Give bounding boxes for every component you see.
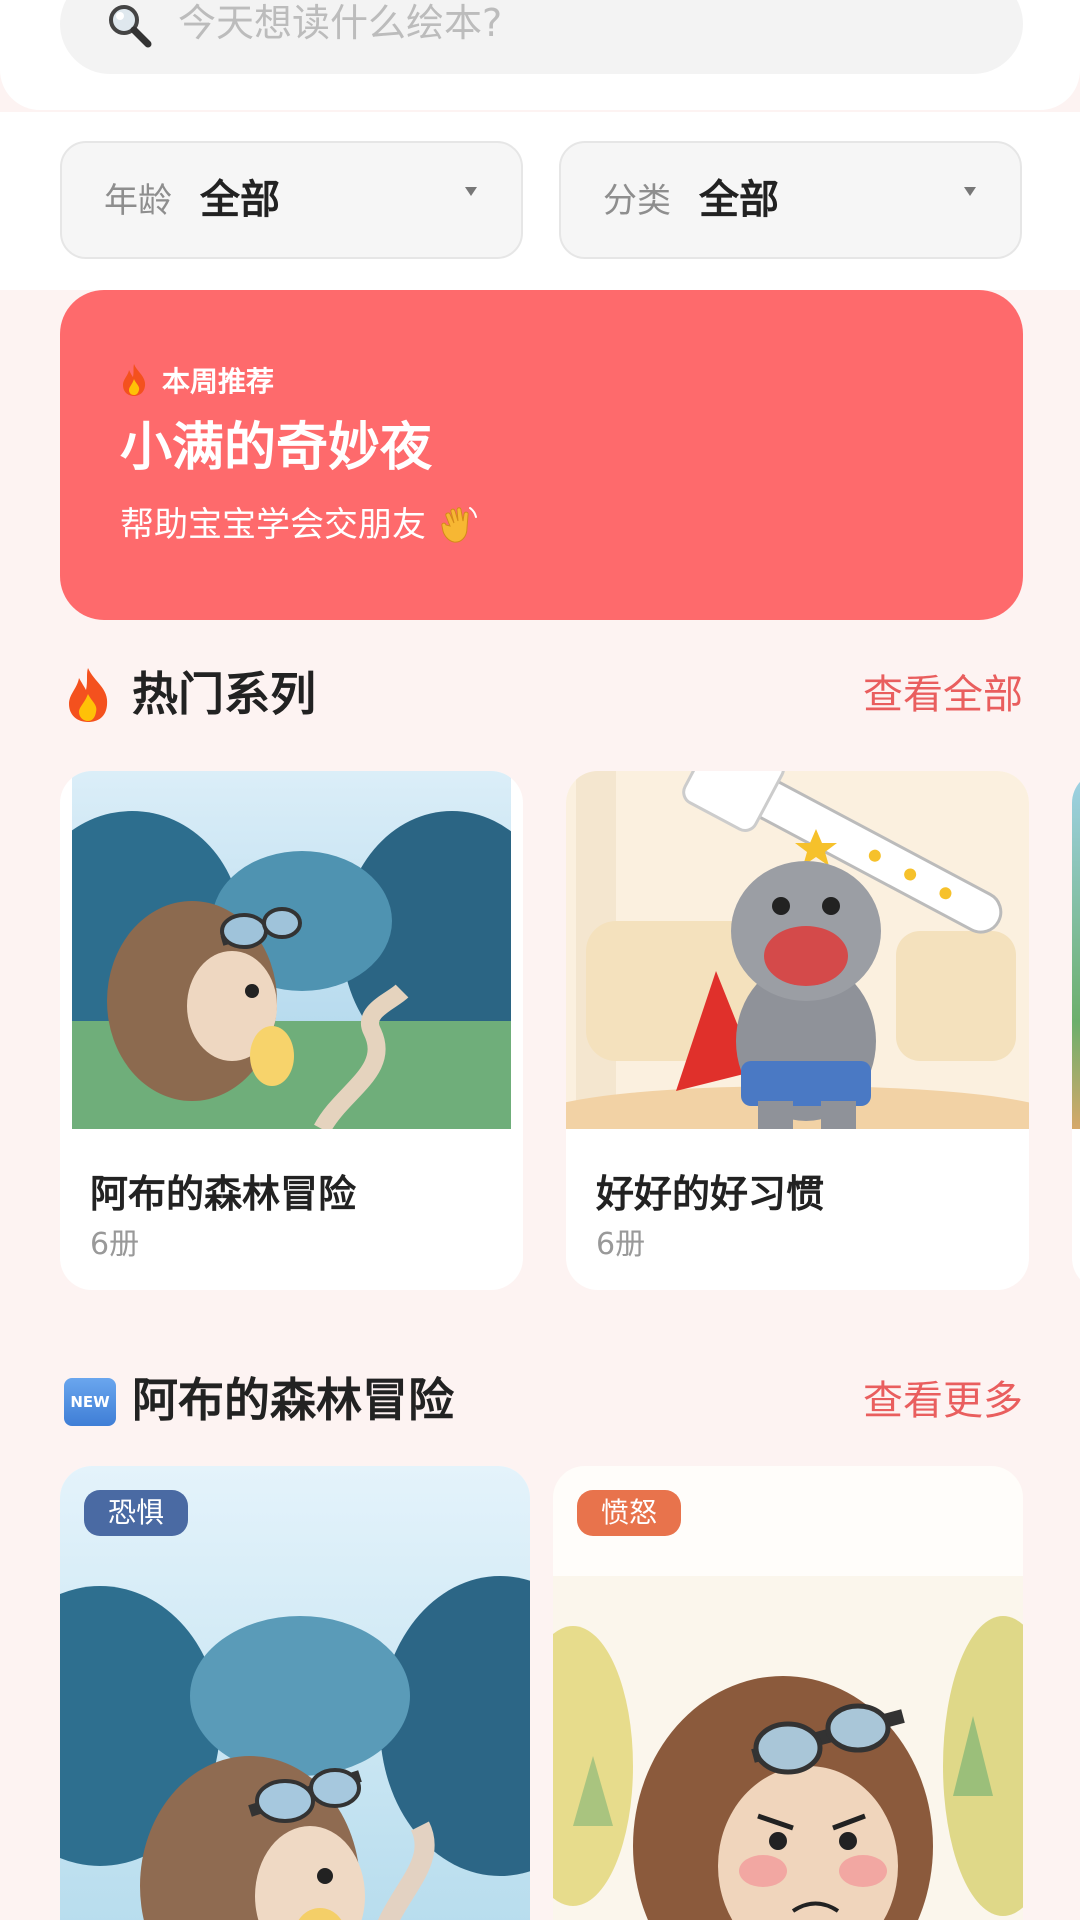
series-cover-image <box>1072 771 1080 1129</box>
filter-bar: 年龄 全部 分类 全部 <box>0 112 1080 290</box>
search-placeholder: 今天想读什么绘本? <box>178 1 503 45</box>
series-name: 阿布的森林冒险 <box>90 1172 357 1216</box>
view-more-link[interactable]: 查看更多 <box>863 1374 1023 1428</box>
series-name: 好好的好习惯 <box>596 1172 825 1216</box>
new-badge-icon: NEW <box>64 1378 116 1426</box>
age-filter-label: 年龄 <box>104 181 172 221</box>
waving-hand-icon <box>441 507 477 543</box>
search-header: 今天想读什么绘本? <box>0 0 1080 110</box>
banner-subtitle: 帮助宝宝学会交朋友 <box>120 505 426 545</box>
flame-icon <box>123 364 146 396</box>
series-card-partial[interactable] <box>1072 771 1080 1290</box>
series-cover-image <box>566 771 1029 1129</box>
section-title: 热门系列 <box>132 667 316 721</box>
banner-title: 小满的奇妙夜 <box>120 418 433 478</box>
section-title: 阿布的森林冒险 <box>132 1373 454 1427</box>
weekly-recommendation-banner[interactable]: 本周推荐 小满的奇妙夜 帮助宝宝学会交朋友 <box>60 290 1023 620</box>
search-icon <box>109 5 152 48</box>
book-card[interactable]: 愤怒 <box>553 1466 1023 1920</box>
view-all-link[interactable]: 查看全部 <box>863 668 1023 722</box>
banner-tag-text: 本周推荐 <box>162 365 275 398</box>
age-filter-value: 全部 <box>200 177 280 223</box>
app-page: 今天想读什么绘本? 年龄 全部 分类 全部 本周推荐 小满的奇妙夜 帮助宝宝学会… <box>0 0 1080 1920</box>
series-cover-image <box>72 771 511 1129</box>
series-card[interactable]: 好好的好习惯 6册 <box>566 771 1029 1290</box>
book-card[interactable]: 恐惧 <box>60 1466 530 1920</box>
new-series-header: NEW 阿布的森林冒险 查看更多 <box>60 1366 1023 1436</box>
series-card[interactable]: 阿布的森林冒险 6册 <box>60 771 523 1290</box>
category-filter-value: 全部 <box>699 177 779 223</box>
search-input[interactable]: 今天想读什么绘本? <box>60 0 1023 74</box>
banner-subtitle-row: 帮助宝宝学会交朋友 <box>120 502 480 548</box>
series-count: 6册 <box>90 1227 140 1262</box>
banner-tag: 本周推荐 <box>120 360 274 400</box>
category-filter-label: 分类 <box>603 181 671 221</box>
series-count: 6册 <box>596 1227 646 1262</box>
caret-down-icon <box>964 187 976 196</box>
flame-icon <box>69 668 108 722</box>
emotion-tag: 愤怒 <box>577 1490 682 1536</box>
emotion-tag: 恐惧 <box>84 1490 189 1536</box>
caret-down-icon <box>465 187 477 196</box>
hot-series-header: 热门系列 查看全部 <box>60 660 1023 730</box>
age-filter-dropdown[interactable]: 年龄 全部 <box>60 141 523 259</box>
category-filter-dropdown[interactable]: 分类 全部 <box>559 141 1022 259</box>
